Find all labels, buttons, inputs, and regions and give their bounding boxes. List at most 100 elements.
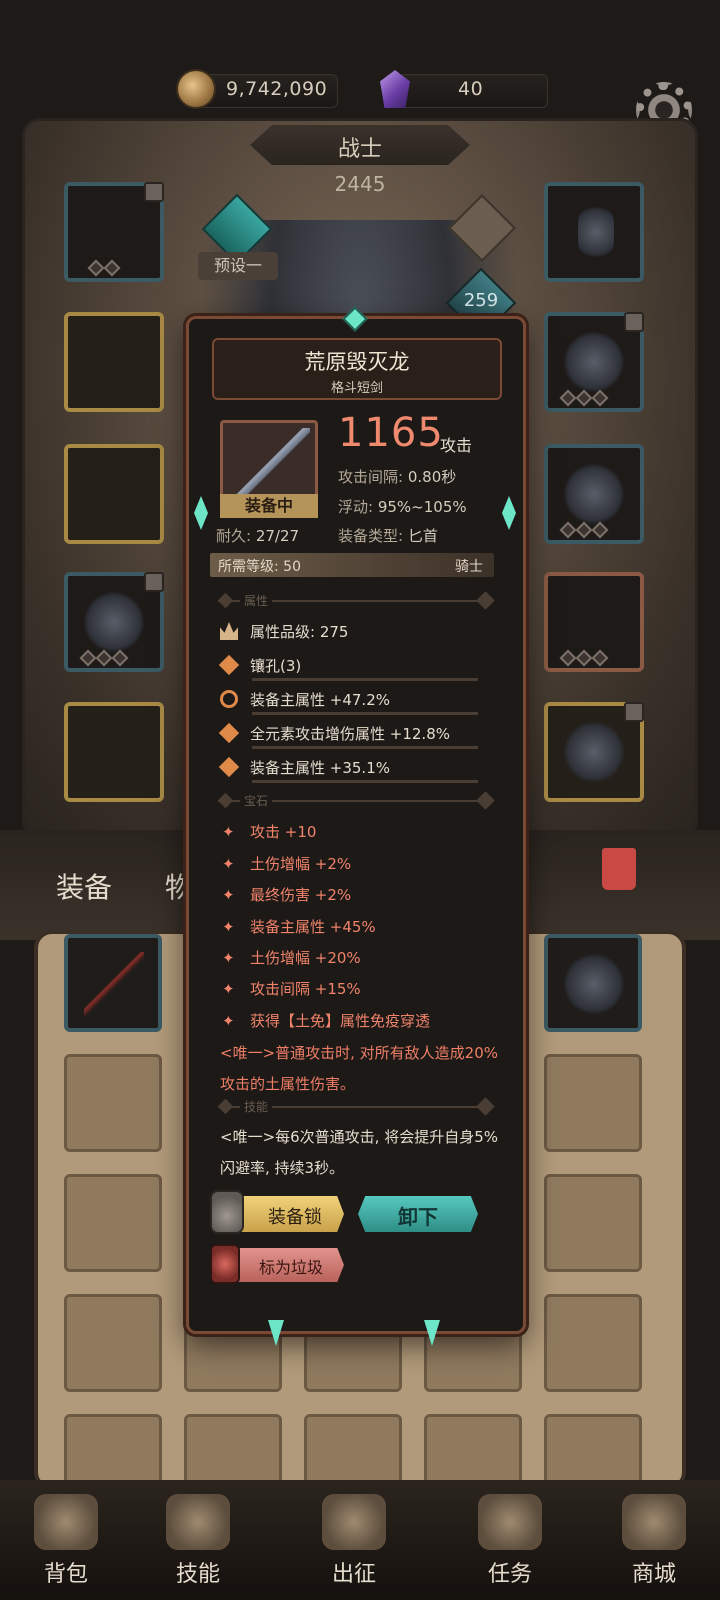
- star-icon: ✦: [222, 949, 235, 967]
- shoulder-armor-icon: [564, 720, 624, 784]
- stat-value: 匕首: [407, 527, 438, 545]
- nav-shop[interactable]: 商城: [594, 1480, 714, 1600]
- attribute-row: 属性品级: 275: [220, 621, 348, 642]
- ring-icon: [564, 462, 624, 526]
- divider: [252, 746, 478, 749]
- stat-label: 耐久:: [216, 527, 252, 545]
- equip-slot-left-1[interactable]: [64, 182, 164, 282]
- unique-effect-text: <唯一>普通攻击时, 对所有敌人造成20%攻击的土属性伤害。: [220, 1044, 499, 1093]
- inventory-cell[interactable]: [544, 1174, 642, 1272]
- equip-slot-right-1[interactable]: [544, 182, 644, 282]
- nav-battle[interactable]: 出征: [294, 1480, 414, 1600]
- padlock-icon[interactable]: [210, 1190, 244, 1234]
- attribute-row: 装备主属性 +35.1%: [218, 756, 390, 778]
- star-icon: ✦: [222, 1012, 235, 1030]
- nav-label: 出征: [331, 1562, 376, 1587]
- socket-row: [79, 649, 129, 667]
- shop-icon: [622, 1494, 686, 1550]
- attribute-text: 全元素攻击增伤属性 +12.8%: [250, 725, 450, 743]
- gem-amount: 40: [458, 78, 484, 100]
- socket-row: [559, 649, 609, 667]
- class-name: 战士: [337, 137, 382, 162]
- equip-slot-left-5[interactable]: [64, 702, 164, 802]
- socket-row: [559, 389, 609, 407]
- section-label: 宝石: [240, 792, 273, 809]
- star-icon: ✦: [222, 886, 235, 904]
- gold-coin-icon: [176, 69, 216, 109]
- sword-icon: [84, 952, 144, 1016]
- equipment-lock-label[interactable]: 装备锁: [250, 1203, 340, 1229]
- backpack-icon: [34, 1494, 98, 1550]
- nav-quests[interactable]: 任务: [450, 1480, 570, 1600]
- socket-row: [559, 521, 609, 539]
- lock-icon: [144, 572, 164, 592]
- star-icon: ✦: [222, 980, 235, 998]
- attribute-row: 镶孔(3): [218, 654, 302, 676]
- skill-effect-text: <唯一>每6次普通攻击, 将会提升自身5%闪避率, 持续3秒。: [220, 1128, 499, 1177]
- socket-icon: [218, 722, 240, 744]
- skill-book-icon: [166, 1494, 230, 1550]
- equip-slot-left-4[interactable]: [64, 572, 164, 672]
- gem-stat-text: 装备主属性 +45%: [250, 918, 376, 936]
- gem-stat-text: 获得【土免】属性免疫穿透: [250, 1012, 431, 1030]
- equip-slot-right-5[interactable]: [544, 702, 644, 802]
- nav-label: 背包: [43, 1562, 88, 1587]
- attribute-text: 装备主属性 +35.1%: [250, 759, 390, 777]
- required-level: 所需等级: 50: [218, 556, 301, 576]
- attribute-row: 全元素攻击增伤属性 +12.8%: [218, 722, 450, 744]
- gem-stat-row: ✦ 土伤增幅 +20%: [222, 947, 361, 968]
- gem-stat-text: 攻击间隔 +15%: [250, 980, 361, 998]
- section-label: 技能: [240, 1098, 273, 1115]
- trash-icon[interactable]: [602, 848, 636, 890]
- nav-backpack[interactable]: 背包: [6, 1480, 126, 1600]
- junk-lantern-icon[interactable]: [210, 1244, 240, 1284]
- gem-stat-row: ✦ 土伤增幅 +2%: [222, 853, 351, 874]
- stat-float: 浮动: 95%~105%: [338, 496, 467, 517]
- divider: [252, 780, 478, 783]
- inventory-cell[interactable]: [544, 1294, 642, 1392]
- mark-junk-label[interactable]: 标为垃圾: [246, 1254, 336, 1278]
- star-icon: ✦: [222, 918, 235, 936]
- item-type: 格斗短剑: [330, 381, 383, 396]
- preset-label[interactable]: 预设一: [198, 252, 278, 280]
- inventory-cell[interactable]: [64, 1294, 162, 1392]
- necklace-icon: [578, 200, 614, 264]
- refresh-icon: [220, 690, 238, 708]
- equip-slot-left-3[interactable]: [64, 444, 164, 544]
- gem-stat-text: 土伤增幅 +20%: [250, 949, 361, 967]
- required-class: 骑士: [455, 559, 483, 575]
- ring-icon: [564, 330, 624, 394]
- equipped-badge: 装备中: [220, 494, 318, 518]
- inventory-cell[interactable]: [544, 934, 642, 1032]
- inventory-cell[interactable]: [64, 934, 162, 1032]
- gem-stat-text: 最终伤害 +2%: [250, 886, 352, 904]
- equip-slot-left-2[interactable]: [64, 312, 164, 412]
- equip-slot-right-4[interactable]: [544, 572, 644, 672]
- equip-slot-right-3[interactable]: [544, 444, 644, 544]
- star-icon: ✦: [222, 823, 235, 841]
- inventory-cell[interactable]: [64, 1054, 162, 1152]
- unequip-label[interactable]: 卸下: [358, 1201, 478, 1230]
- star-icon: ✦: [222, 855, 235, 873]
- pants-icon: [84, 590, 144, 654]
- attribute-text: 镶孔(3): [250, 657, 302, 675]
- tab-equipment[interactable]: 装备: [56, 866, 112, 906]
- stat-label: 装备类型:: [338, 527, 404, 545]
- inventory-cell[interactable]: [64, 1174, 162, 1272]
- gem-stat-text: 攻击 +10: [250, 823, 317, 841]
- equip-slot-right-2[interactable]: [544, 312, 644, 412]
- section-skills: 技能: [217, 1097, 496, 1116]
- divider: [252, 678, 478, 681]
- item-name: 荒原毁灭龙: [304, 350, 410, 374]
- socket-icon: [218, 756, 240, 778]
- gem-stat-row: ✦ 攻击间隔 +15%: [222, 978, 361, 999]
- stat-label: 浮动:: [338, 498, 374, 516]
- gem-stat-row: ✦ 攻击 +10: [222, 821, 316, 842]
- attribute-text: 属性品级: 275: [250, 623, 349, 641]
- level-value: 259: [463, 290, 499, 311]
- quest-scroll-icon: [478, 1494, 542, 1550]
- nav-skills[interactable]: 技能: [138, 1480, 258, 1600]
- gem-stat-text: 土伤增幅 +2%: [250, 855, 352, 873]
- inventory-cell[interactable]: [544, 1054, 642, 1152]
- section-attributes: 属性: [217, 591, 496, 610]
